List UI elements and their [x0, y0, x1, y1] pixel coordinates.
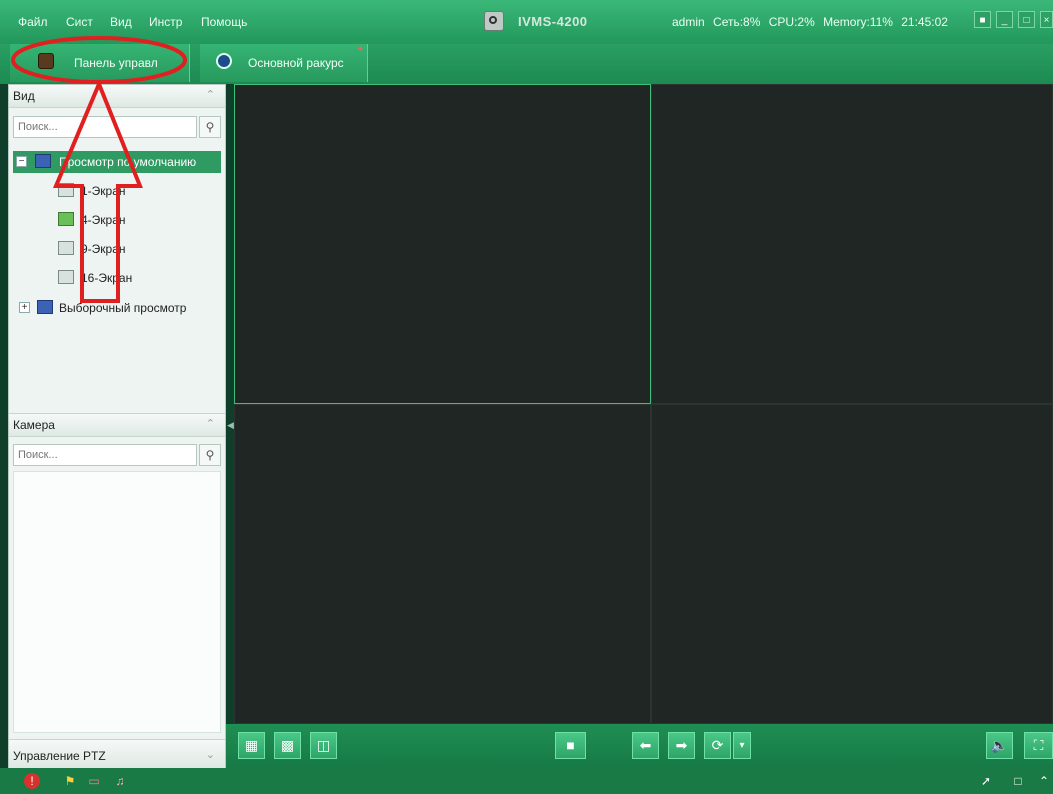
left-panel: Вид ⌃ ⚲ − Просмотр по умолчанию 1-Экран … [8, 84, 226, 769]
collapse-panel-icon[interactable]: ◀ [227, 420, 234, 430]
menu-file[interactable]: Файл [18, 15, 48, 29]
tree-item-label: 4-Экран [81, 213, 126, 227]
playback-toolbar: ▦ ▩ ◫ ■ ⬅ ➡ ⟳ ▾ 🔈 ⛶ [226, 724, 1053, 768]
event-icon[interactable]: ⚑ [62, 773, 78, 789]
tab-main-view[interactable]: Основной ракурс ● [200, 43, 368, 82]
tree-item-label: Просмотр по умолчанию [59, 155, 197, 169]
view-group-icon [37, 300, 53, 314]
fullscreen-icon[interactable]: ⛶ [1024, 732, 1053, 759]
network-usage: Сеть:8% [713, 15, 761, 29]
search-icon[interactable]: ⚲ [199, 116, 221, 138]
user-name: admin [672, 15, 705, 29]
next-icon[interactable]: ➡ [668, 732, 695, 759]
tree-item-label: 1-Экран [81, 184, 126, 198]
tree-item-label: Выборочный просмотр [59, 301, 187, 315]
previous-icon[interactable]: ⬅ [632, 732, 659, 759]
menu-view[interactable]: Вид [110, 15, 132, 29]
cycle-dropdown-icon[interactable]: ▾ [733, 732, 751, 759]
tree-item-default-view[interactable]: − Просмотр по умолчанию [13, 151, 221, 173]
minimize-button[interactable]: _ [996, 11, 1013, 28]
tree-item-label: 16-Экран [81, 271, 133, 285]
tab-bar: Панель управл Основной ракурс ● [0, 43, 1053, 84]
view-search-input[interactable] [13, 116, 197, 138]
tab-control-panel[interactable]: Панель управл [10, 44, 190, 82]
clock: 21:45:02 [901, 15, 948, 29]
status-bar: ! ⚑ ▭ ♫ ➚ □ ⌃ [0, 768, 1053, 794]
ptz-panel-title: Управление PTZ [13, 749, 106, 763]
view-panel-header[interactable]: Вид ⌃ [9, 85, 225, 108]
stop-all-icon[interactable]: ■ [555, 732, 586, 759]
menu-bar: Файл Сист Вид Инстр Помощь IVMS-4200 adm… [0, 0, 1053, 44]
layout-16-icon [58, 270, 74, 284]
layout-9-icon [58, 241, 74, 255]
view-panel-title: Вид [13, 89, 35, 103]
ptz-panel-header[interactable]: Управление PTZ ⌄ [9, 739, 225, 769]
search-icon[interactable]: ⚲ [199, 444, 221, 466]
app-logo-icon [484, 11, 504, 31]
cpu-usage: CPU:2% [768, 15, 815, 29]
tree-item-label: 9-Экран [81, 242, 126, 256]
window-icon[interactable]: □ [1010, 773, 1026, 789]
pin-icon[interactable]: ➚ [978, 773, 994, 789]
memory-usage: Memory:11% [823, 15, 893, 29]
video-window-2[interactable] [651, 84, 1053, 404]
alarm-icon[interactable]: ! [24, 773, 40, 789]
lock-icon[interactable]: ■ [974, 11, 991, 28]
menu-tools[interactable]: Инстр [149, 15, 182, 29]
tab-label: Основной ракурс [248, 56, 344, 70]
layout-split-icon[interactable]: ◫ [310, 732, 337, 759]
layout-1-icon [58, 183, 74, 197]
expand-icon[interactable]: + [19, 302, 30, 313]
expand-up-icon[interactable]: ⌃ [1036, 773, 1052, 789]
view-group-icon [35, 154, 51, 168]
sound-icon[interactable]: ♫ [112, 773, 128, 789]
video-window-4[interactable] [651, 404, 1053, 724]
tab-close-icon[interactable]: ● [358, 43, 363, 53]
layout-grid-icon[interactable]: ▩ [274, 732, 301, 759]
chevron-up-icon[interactable]: ⌃ [206, 417, 215, 430]
tab-label: Панель управл [74, 56, 158, 70]
menu-help[interactable]: Помощь [201, 15, 247, 29]
video-grid [234, 84, 1053, 724]
camera-view-icon [216, 53, 232, 69]
home-icon [38, 53, 54, 69]
video-window-3[interactable] [234, 404, 651, 724]
camera-search-input[interactable] [13, 444, 197, 466]
camera-panel-header[interactable]: Камера ⌃ [9, 413, 225, 437]
layout-select-icon[interactable]: ▦ [238, 732, 265, 759]
layout-4-icon [58, 212, 74, 226]
chevron-up-icon[interactable]: ⌃ [206, 88, 215, 101]
collapse-icon[interactable]: − [16, 156, 27, 167]
chevron-down-icon[interactable]: ⌄ [206, 748, 215, 761]
camera-search: ⚲ [13, 444, 221, 466]
menu-system[interactable]: Сист [66, 15, 93, 29]
camera-panel-title: Камера [13, 418, 55, 432]
maximize-button[interactable]: □ [1018, 11, 1035, 28]
app-title: IVMS-4200 [518, 14, 588, 29]
close-icon[interactable]: × [1040, 11, 1053, 28]
audio-icon[interactable]: 🔈 [986, 732, 1013, 759]
view-search: ⚲ [13, 116, 221, 138]
video-window-1[interactable] [234, 84, 651, 404]
cycle-icon[interactable]: ⟳ [704, 732, 731, 759]
system-status: admin Сеть:8% CPU:2% Memory:11% 21:45:02 [672, 15, 953, 29]
device-alarm-icon[interactable]: ▭ [86, 773, 102, 789]
camera-list[interactable] [13, 471, 221, 733]
